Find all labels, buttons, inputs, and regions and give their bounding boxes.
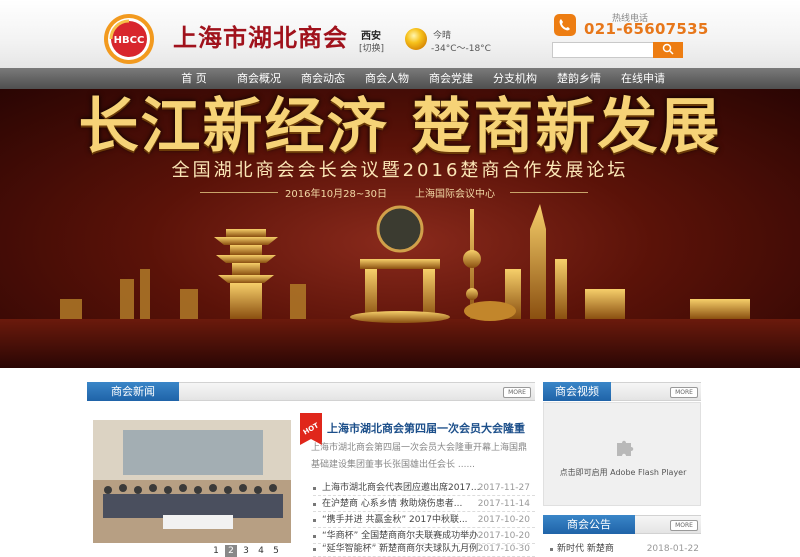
video-tab[interactable]: 商会视频 [543, 382, 611, 401]
news-item-date: 2017-11-27 [477, 483, 530, 493]
nav-item-people[interactable]: 商会人物 [361, 68, 413, 89]
banner-divider-right [510, 192, 588, 193]
hotline-number: 021-65607535 [584, 20, 709, 38]
news-headline[interactable]: 上海市湖北商会第四届一次会员大会隆重 [327, 420, 525, 436]
nav-item-home[interactable]: 首 页 [172, 68, 216, 89]
site-name: 上海市湖北商会 [173, 23, 348, 52]
notice-tab[interactable]: 商会公告 [543, 515, 635, 534]
news-pager-5[interactable]: 5 [270, 545, 282, 557]
news-summary: 上海市湖北商会第四届一次会员大会隆重开幕上海国鼎基础建设集团董事长张国雄出任会长… [311, 443, 528, 470]
news-list-item[interactable]: 上海市湖北商会代表团应邀出席2017... 2017-11-27 [313, 480, 535, 496]
banner-date: 2016年10月28~30日 [285, 189, 388, 200]
news-pager-4[interactable]: 4 [255, 545, 267, 557]
news-pager-1[interactable]: 1 [210, 545, 222, 557]
phone-icon [554, 14, 576, 36]
nav-item-apply[interactable]: 在线申请 [617, 68, 669, 89]
news-item-date: 2017-10-30 [477, 544, 530, 554]
banner-title: 长江新经济 楚商新发展 [78, 92, 722, 162]
nav-item-hometown[interactable]: 楚韵乡情 [553, 68, 605, 89]
sun-icon [405, 28, 427, 50]
bullet-icon [313, 487, 316, 490]
notice-list-item[interactable]: 新时代 新楚商 2018-01-22 [548, 542, 701, 556]
banner-venue: 上海国际会议中心 [415, 189, 495, 200]
news-item-date: 2017-11-14 [477, 499, 530, 509]
bullet-icon [550, 548, 553, 551]
main-nav: 首 页 商会概况 商会动态 商会人物 商会党建 分支机构 楚韵乡情 在线申请 [0, 68, 800, 89]
news-list-item[interactable]: “延华智能杯” 新楚商商尔夫球队九月例... 2017-10-30 [313, 541, 535, 557]
nav-item-overview[interactable]: 商会概况 [233, 68, 285, 89]
video-more-button[interactable]: MORE [670, 387, 698, 398]
hero-banner[interactable]: 长江新经济 楚商新发展 全国湖北商会会长会议暨2016楚商合作发展论坛 2016… [0, 89, 800, 368]
bullet-icon [313, 535, 316, 538]
city-switch-link[interactable]: [切换] [359, 41, 384, 54]
news-pager-2[interactable]: 2 [225, 545, 237, 557]
hbcc-logo[interactable]: HBCC [102, 12, 156, 66]
news-item-title[interactable]: 在沪楚商 心系乡情 救助烧伤患者... [322, 496, 482, 512]
news-photo[interactable] [93, 420, 291, 543]
news-more-button[interactable]: MORE [503, 387, 531, 398]
news-item-title[interactable]: “延华智能杯” 新楚商商尔夫球队九月例... [322, 541, 482, 557]
current-city: 西安 [361, 31, 381, 42]
plugin-puzzle-icon [617, 440, 634, 456]
bullet-icon [313, 519, 316, 522]
notice-item-title[interactable]: 新时代 新楚商 [557, 542, 614, 556]
logo-text: HBCC [114, 35, 145, 46]
news-tab[interactable]: 商会新闻 [87, 382, 179, 401]
notice-more-button[interactable]: MORE [670, 520, 698, 531]
search-icon [662, 43, 674, 55]
search-button[interactable] [653, 42, 683, 58]
banner-subtitle: 全国湖北商会会长会议暨2016楚商合作发展论坛 [171, 160, 629, 181]
news-pager-3[interactable]: 3 [240, 545, 252, 557]
news-list-item[interactable]: 在沪楚商 心系乡情 救助烧伤患者... 2017-11-14 [313, 496, 535, 512]
weather-temperature: -34°C～-18°C [431, 44, 491, 54]
bullet-icon [313, 503, 316, 506]
bullet-icon [313, 548, 316, 551]
news-item-title[interactable]: 上海市湖北商会代表团应邀出席2017... [322, 480, 482, 496]
enable-flash-link[interactable]: 点击即可启用 Adobe Flash Player [544, 467, 702, 478]
city-skyline-illustration [0, 204, 800, 368]
nav-item-branches[interactable]: 分支机构 [489, 68, 541, 89]
video-player[interactable]: 点击即可启用 Adobe Flash Player [543, 402, 701, 506]
search-input[interactable] [552, 42, 656, 58]
banner-divider-left [200, 192, 278, 193]
notice-item-date: 2018-01-22 [646, 544, 699, 554]
weather-condition: 今晴 [433, 31, 452, 41]
news-item-title[interactable]: “携手并进 共赢金秋” 2017中秋联... [322, 512, 482, 528]
site-header: HBCC 上海市湖北商会 西安 [切换] 今晴 -34°C～-18°C 热线电话… [0, 0, 800, 68]
nav-item-party[interactable]: 商会党建 [425, 68, 477, 89]
group-photo-image [93, 420, 291, 543]
news-list-item[interactable]: “携手并进 共赢金秋” 2017中秋联... 2017-10-20 [313, 512, 535, 528]
nav-item-news[interactable]: 商会动态 [297, 68, 349, 89]
news-item-date: 2017-10-20 [477, 515, 530, 525]
